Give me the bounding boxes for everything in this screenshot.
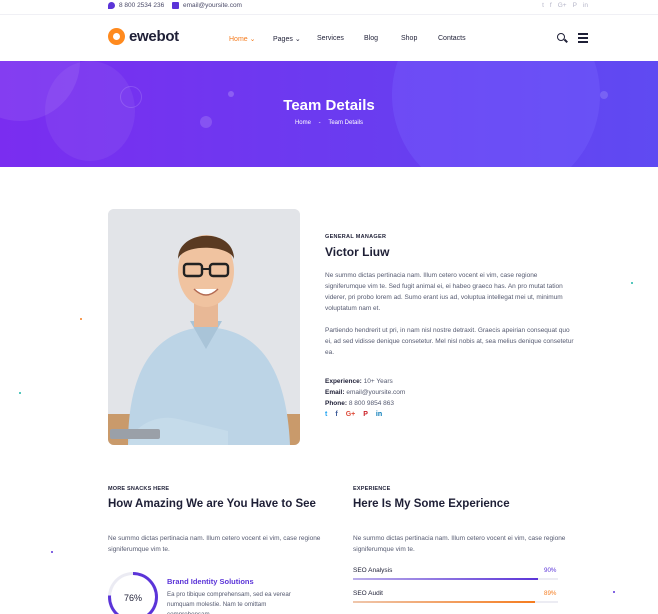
- experience-intro: Ne summo dictas pertinacia nam. Illum ce…: [353, 535, 566, 553]
- team-member-photo: [108, 209, 300, 445]
- snacks-kicker: MORE SNACKS HERE: [108, 486, 170, 492]
- skill-bar-track: [353, 578, 558, 580]
- skill-label: SEO Analysis: [353, 567, 393, 574]
- nav-pages-label: Pages: [273, 36, 293, 43]
- breadcrumb: Home - Team Details: [0, 120, 658, 126]
- facebook-icon[interactable]: f: [335, 411, 337, 418]
- skill-bar-track: [353, 601, 558, 603]
- nav-shop[interactable]: Shop: [401, 35, 417, 42]
- page-banner: Team Details Home - Team Details: [0, 61, 658, 167]
- phone-value[interactable]: 8 800 9854 863: [349, 400, 394, 407]
- nav-home-label: Home: [229, 36, 248, 43]
- decorative-dot: [613, 591, 615, 593]
- twitter-icon[interactable]: t: [325, 411, 327, 418]
- phone-label: Phone:: [325, 400, 348, 407]
- logo-mark-icon: [108, 28, 125, 45]
- email-contact[interactable]: email@yoursite.com: [172, 2, 242, 9]
- skill-label: SEO Audit: [353, 590, 383, 597]
- pinterest-icon[interactable]: P: [363, 411, 368, 418]
- email-label: Email:: [325, 389, 345, 396]
- chevron-down-icon: ⌄: [249, 36, 256, 43]
- google-plus-icon[interactable]: G+: [558, 2, 567, 9]
- member-social-links: t f G+ P in: [325, 411, 382, 418]
- phone-info: Phone: 8 800 9854 863: [325, 400, 394, 407]
- top-bar: 8 800 2534 236 email@yoursite.com t f G+…: [0, 0, 658, 14]
- breadcrumb-home[interactable]: Home: [295, 120, 311, 126]
- pinterest-icon[interactable]: P: [573, 2, 577, 9]
- experience-value: 10+ Years: [363, 378, 393, 385]
- member-name: Victor Liuw: [325, 245, 390, 259]
- nav-contacts[interactable]: Contacts: [438, 35, 466, 42]
- site-header: ewebot Home ⌄ Pages ⌄ Services Blog Shop…: [0, 14, 658, 61]
- nav-blog[interactable]: Blog: [364, 35, 378, 42]
- decorative-dot: [80, 318, 82, 320]
- banner-decoration: [392, 61, 600, 167]
- email-value[interactable]: email@yoursite.com: [346, 389, 405, 396]
- breadcrumb-separator: -: [318, 120, 321, 126]
- linkedin-icon[interactable]: in: [583, 2, 588, 9]
- experience-kicker: EXPERIENCE: [353, 486, 391, 492]
- portrait-illustration: [108, 209, 300, 445]
- twitter-icon[interactable]: t: [542, 2, 544, 9]
- snacks-heading: How Amazing We are You Have to See: [108, 498, 316, 510]
- skill-value: 90%: [544, 567, 557, 574]
- nav-home[interactable]: Home ⌄: [229, 35, 256, 43]
- phone-number: 8 800 2534 236: [119, 2, 165, 9]
- logo[interactable]: ewebot: [108, 28, 179, 45]
- skill-value: 89%: [544, 590, 557, 597]
- bio-paragraph-1: Ne summo dictas pertinacia nam. Illum ce…: [325, 272, 563, 312]
- nav-services[interactable]: Services: [317, 35, 344, 42]
- phone-contact[interactable]: 8 800 2534 236: [108, 2, 164, 9]
- envelope-icon: [172, 2, 179, 9]
- skill-bar-fill: [353, 601, 536, 603]
- hamburger-menu-icon[interactable]: [578, 33, 588, 43]
- experience-info: Experience: 10+ Years: [325, 378, 393, 385]
- email-info: Email: email@yoursite.com: [325, 389, 405, 396]
- search-icon[interactable]: [557, 33, 565, 41]
- facebook-icon[interactable]: f: [550, 2, 552, 9]
- logo-text: ewebot: [129, 28, 179, 45]
- brand-description: Ea pro tibique comprehensam, sed ea vere…: [167, 591, 291, 614]
- brand-progress-value: 76%: [123, 593, 142, 603]
- bio-paragraph-2: Partiendo hendrerit ut pri, in nam nisl …: [325, 327, 574, 356]
- page-title: Team Details: [283, 97, 375, 114]
- breadcrumb-current: Team Details: [328, 120, 364, 126]
- experience-label: Experience:: [325, 378, 362, 385]
- email-address: email@yoursite.com: [183, 2, 242, 9]
- skill-bar-fill: [353, 578, 538, 580]
- chevron-down-icon: ⌄: [294, 36, 301, 43]
- linkedin-icon[interactable]: in: [376, 411, 382, 418]
- snacks-intro: Ne summo dictas pertinacia nam. Illum ce…: [108, 535, 321, 553]
- top-social-links: t f G+ P in: [542, 2, 588, 9]
- phone-icon: [108, 2, 115, 9]
- member-role: GENERAL MANAGER: [325, 234, 387, 240]
- google-plus-icon[interactable]: G+: [346, 411, 356, 418]
- brand-title: Brand Identity Solutions: [167, 577, 254, 586]
- decorative-dot: [19, 392, 21, 394]
- decorative-dot: [51, 551, 53, 553]
- experience-heading: Here Is My Some Experience: [353, 498, 510, 510]
- decorative-dot: [631, 282, 633, 284]
- nav-pages[interactable]: Pages ⌄: [273, 35, 301, 43]
